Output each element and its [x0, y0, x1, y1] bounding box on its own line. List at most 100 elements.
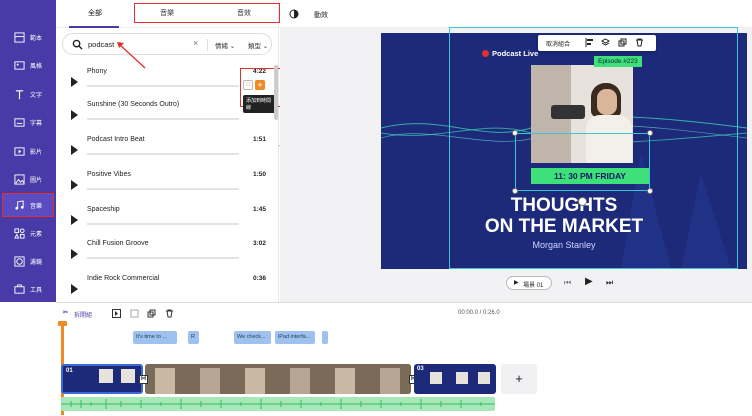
track-duration: 3:02 [253, 240, 267, 247]
clip-number: 03 [417, 366, 424, 372]
ungroup-button[interactable]: 取消組合 [546, 39, 570, 48]
transition-icon[interactable]: ⋈ [139, 375, 148, 384]
track-duration: 1:51 [253, 136, 267, 143]
sidebar-item-label: 字幕 [29, 120, 42, 127]
next-icon[interactable]: ⏭ [606, 278, 613, 288]
playhead-handle[interactable] [58, 321, 67, 326]
style-icon [14, 60, 25, 70]
play-icon[interactable] [71, 77, 78, 87]
text-icon [15, 89, 24, 99]
list-item[interactable]: Chill Fusion Groove 3:02 [57, 237, 279, 271]
search-icon [72, 39, 83, 50]
elements-icon [14, 227, 25, 239]
sidebar-item-label: 風格 [29, 63, 42, 70]
resize-handle[interactable] [647, 130, 653, 136]
divider [207, 39, 208, 51]
track-duration: 0:36 [253, 275, 267, 282]
active-tab-indicator [69, 26, 119, 28]
track-name: Indie Rock Commercial [87, 275, 160, 282]
track-name: Podcast Intro Beat [87, 136, 145, 143]
audio-track[interactable] [61, 397, 495, 411]
split-button[interactable]: 拆開組 [74, 310, 92, 319]
favorite-icon[interactable]: ☆ [243, 80, 253, 90]
list-item[interactable]: Sunshine (30 Seconds Outro) [57, 98, 279, 132]
sidebar-item-label: 音樂 [29, 203, 42, 210]
add-track-button[interactable]: + [255, 80, 265, 90]
resize-handle[interactable] [512, 130, 518, 136]
sidebar-item-label: 工具 [29, 287, 42, 294]
left-sidebar: 範本 風格 文字 字幕 影片 圖片 音樂 元素 濾鏡 工具 [0, 0, 56, 302]
list-item[interactable]: Spaceship 1:45 [57, 203, 279, 237]
video-icon [14, 146, 25, 156]
waveform [87, 257, 239, 259]
sidebar-item-subtitle[interactable]: 字幕 [2, 110, 54, 134]
sidebar-item-label: 元素 [29, 231, 42, 238]
caption-chip[interactable] [322, 331, 328, 344]
layers-icon[interactable] [601, 38, 610, 47]
clear-search-icon[interactable]: × [193, 38, 198, 48]
list-item[interactable]: Indie Rock Commercial 0:36 [57, 272, 279, 306]
crop-icon[interactable] [130, 309, 139, 318]
tab-all[interactable]: 全部 [88, 8, 102, 18]
resize-handle[interactable] [512, 188, 518, 194]
copy-icon[interactable] [147, 309, 156, 318]
align-icon[interactable] [585, 38, 594, 47]
video-clip[interactable]: 03 [414, 364, 496, 394]
duplicate-icon[interactable] [618, 38, 627, 47]
element-selection-frame[interactable] [515, 133, 650, 191]
play-icon[interactable] [71, 110, 78, 120]
play-icon[interactable] [71, 215, 78, 225]
caption-chip[interactable]: It's time to ... [133, 331, 177, 344]
sidebar-item-music[interactable]: 音樂 [2, 193, 54, 217]
delete-icon[interactable] [635, 38, 644, 47]
waveform [87, 85, 239, 87]
video-clip[interactable]: 02 [145, 364, 411, 394]
clip-number: 01 [66, 368, 73, 374]
sidebar-item-filter[interactable]: 濾鏡 [2, 249, 54, 273]
search-input[interactable]: podcast [88, 40, 114, 49]
subtitle-icon [14, 117, 25, 127]
floating-toolbar: 取消組合 [538, 35, 656, 51]
waveform [87, 223, 239, 225]
mood-dropdown[interactable]: 情緒 ⌄ [215, 40, 235, 50]
tabs-highlight-box [134, 3, 280, 23]
color-icon[interactable] [289, 9, 299, 19]
track-duration: 1:45 [253, 206, 267, 213]
time-readout: 00:00.0 / 0:26.0 [458, 310, 500, 316]
panel-scrollbar[interactable] [274, 65, 278, 120]
sidebar-item-template[interactable]: 範本 [2, 25, 54, 49]
genre-dropdown[interactable]: 類型 ⌄ [248, 40, 268, 50]
trash-icon[interactable] [165, 309, 174, 318]
play-icon[interactable] [71, 284, 78, 294]
caption-chip[interactable]: iPad interfa... [275, 331, 315, 344]
sidebar-item-elements[interactable]: 元素 [2, 221, 54, 245]
animate-button[interactable]: 動效 [314, 10, 328, 20]
play-icon[interactable] [71, 180, 78, 190]
video-clip[interactable]: 01 [61, 364, 143, 394]
insert-icon[interactable] [112, 309, 121, 318]
rotate-handle[interactable] [578, 197, 587, 206]
play-button[interactable]: ▶ [585, 276, 593, 287]
sidebar-item-label: 文字 [29, 92, 42, 99]
sidebar-item-video[interactable]: 影片 [2, 139, 54, 163]
music-icon [15, 199, 24, 210]
caption-chip[interactable]: R [188, 331, 199, 344]
previous-icon[interactable]: ⏮ [564, 278, 571, 288]
caption-chip[interactable]: We check... [234, 331, 271, 344]
sidebar-item-text[interactable]: 文字 [2, 82, 54, 106]
add-scene-button[interactable]: + [501, 364, 537, 394]
filter-icon [14, 255, 25, 267]
audio-waveform [61, 399, 495, 409]
sidebar-item-image[interactable]: 圖片 [2, 167, 54, 191]
list-item[interactable]: Podcast Intro Beat 1:51 [57, 133, 279, 167]
play-icon: ▶ [514, 280, 519, 286]
scene-selector[interactable]: ▶ 場景 01 [506, 276, 552, 290]
list-item[interactable]: Positive Vibes 1:50 [57, 168, 279, 202]
play-icon[interactable] [71, 249, 78, 259]
split-icon[interactable]: ✂ [63, 309, 68, 316]
sidebar-item-style[interactable]: 風格 [2, 53, 54, 77]
play-icon[interactable] [71, 145, 78, 155]
resize-handle[interactable] [647, 188, 653, 194]
track-duration: 1:50 [253, 171, 267, 178]
sidebar-item-tools[interactable]: 工具 [2, 277, 54, 301]
